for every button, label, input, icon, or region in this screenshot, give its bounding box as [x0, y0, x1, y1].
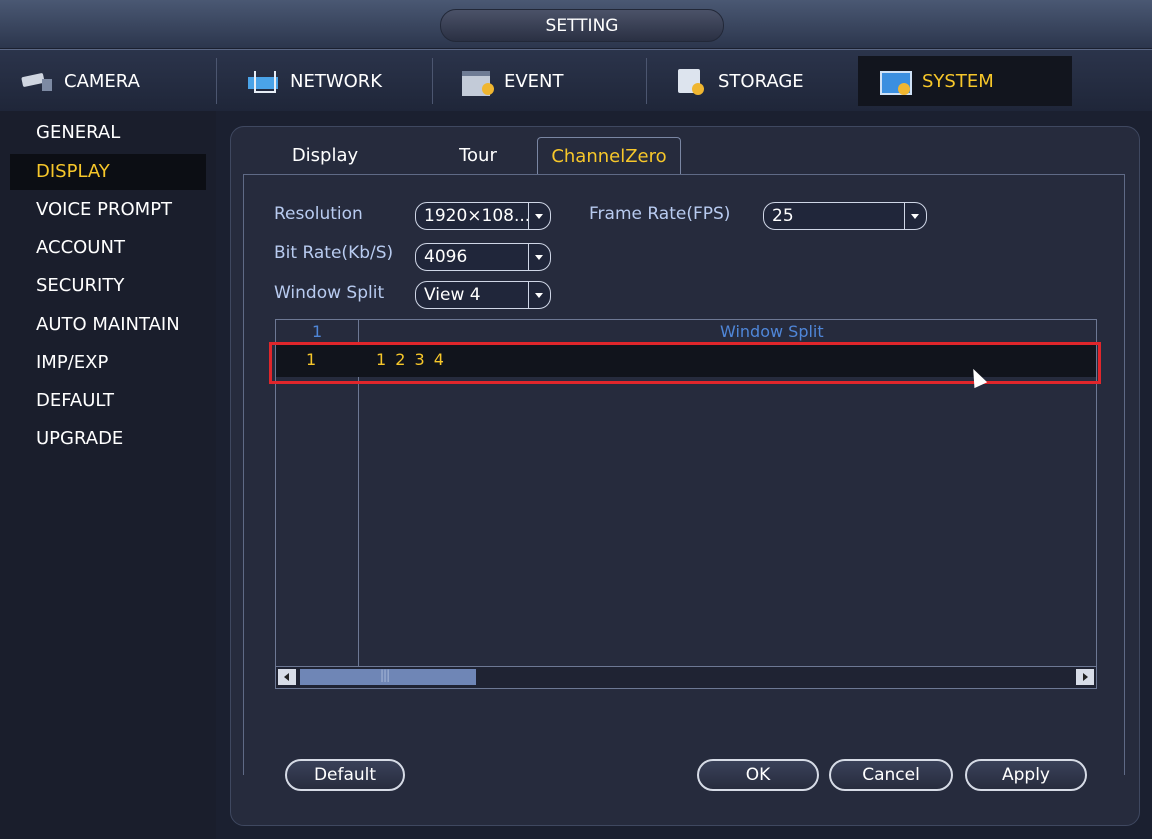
nav-tab-label: CAMERA [64, 70, 140, 92]
bitrate-value: 4096 [424, 247, 468, 267]
nav-divider [432, 58, 433, 104]
nav-divider [216, 58, 217, 104]
title-bar: SETTING [0, 0, 1152, 48]
camera-icon [20, 67, 56, 95]
sidebar-item-imp-exp[interactable]: IMP/EXP [10, 345, 206, 381]
sidebar-item-account[interactable]: ACCOUNT [10, 230, 206, 266]
windowsplit-select[interactable]: View 4 [415, 281, 551, 309]
default-button[interactable]: Default [285, 759, 405, 791]
nav-tab-network[interactable]: NETWORK [226, 56, 426, 106]
scroll-right-icon[interactable] [1076, 669, 1094, 685]
bitrate-select[interactable]: 4096 [415, 243, 551, 271]
row-index: 1 [306, 350, 317, 369]
framerate-value: 25 [772, 206, 794, 226]
resolution-select[interactable]: 1920×108... [415, 202, 551, 230]
nav-tab-label: STORAGE [718, 70, 804, 92]
settings-panel: Display Tour ChannelZero Resolution 1920… [230, 126, 1140, 826]
sidebar-item-default[interactable]: DEFAULT [10, 383, 206, 419]
sidebar: GENERAL DISPLAY VOICE PROMPT ACCOUNT SEC… [0, 111, 216, 839]
resolution-value: 1920×108... [424, 206, 531, 226]
nav-tab-label: EVENT [504, 70, 564, 92]
sidebar-item-voice-prompt[interactable]: VOICE PROMPT [10, 192, 206, 228]
storage-icon [674, 67, 710, 95]
sidebar-item-security[interactable]: SECURITY [10, 268, 206, 304]
nav-tab-label: NETWORK [290, 70, 383, 92]
scrollbar-thumb[interactable] [300, 668, 476, 685]
nav-tab-event[interactable]: EVENT [440, 56, 640, 106]
chevron-down-icon [904, 203, 926, 229]
nav-tab-label: SYSTEM [922, 70, 994, 92]
resolution-label: Resolution [274, 204, 363, 224]
tab-display[interactable]: Display [271, 137, 379, 175]
nav-tab-storage[interactable]: STORAGE [654, 56, 854, 106]
ok-button[interactable]: OK [697, 759, 819, 791]
chevron-down-icon [528, 244, 550, 270]
network-icon [246, 67, 282, 95]
nav-tab-system[interactable]: SYSTEM [858, 56, 1072, 106]
chevron-down-icon [528, 203, 550, 229]
chevron-down-icon [528, 282, 550, 308]
sidebar-item-general[interactable]: GENERAL [10, 115, 206, 151]
sidebar-item-auto-maintain[interactable]: AUTO MAINTAIN [10, 307, 206, 343]
nav-tab-camera[interactable]: CAMERA [0, 56, 216, 106]
system-icon [878, 67, 914, 95]
table-header: 1 Window Split [276, 320, 1096, 344]
nav-divider [646, 58, 647, 104]
tab-channelzero[interactable]: ChannelZero [537, 137, 681, 175]
windowsplit-label: Window Split [274, 283, 385, 303]
framerate-select[interactable]: 25 [763, 202, 927, 230]
framerate-label: Frame Rate(FPS) [589, 204, 731, 224]
tab-tour[interactable]: Tour [427, 137, 529, 175]
column-header-index: 1 [312, 322, 323, 341]
window-title: SETTING [440, 9, 724, 42]
column-header-window-split: Window Split [720, 322, 824, 341]
apply-button[interactable]: Apply [965, 759, 1087, 791]
horizontal-scrollbar[interactable] [276, 666, 1096, 688]
cancel-button[interactable]: Cancel [829, 759, 953, 791]
sidebar-item-display[interactable]: DISPLAY [10, 154, 206, 190]
bitrate-label: Bit Rate(Kb/S) [274, 243, 394, 263]
sidebar-item-upgrade[interactable]: UPGRADE [10, 421, 206, 457]
row-channels: 1 2 3 4 [376, 350, 446, 369]
top-nav: CAMERA NETWORK EVENT STORAGE SYSTEM [0, 49, 1152, 111]
event-icon [460, 67, 496, 96]
windowsplit-value: View 4 [424, 285, 481, 305]
scroll-left-icon[interactable] [278, 669, 296, 685]
